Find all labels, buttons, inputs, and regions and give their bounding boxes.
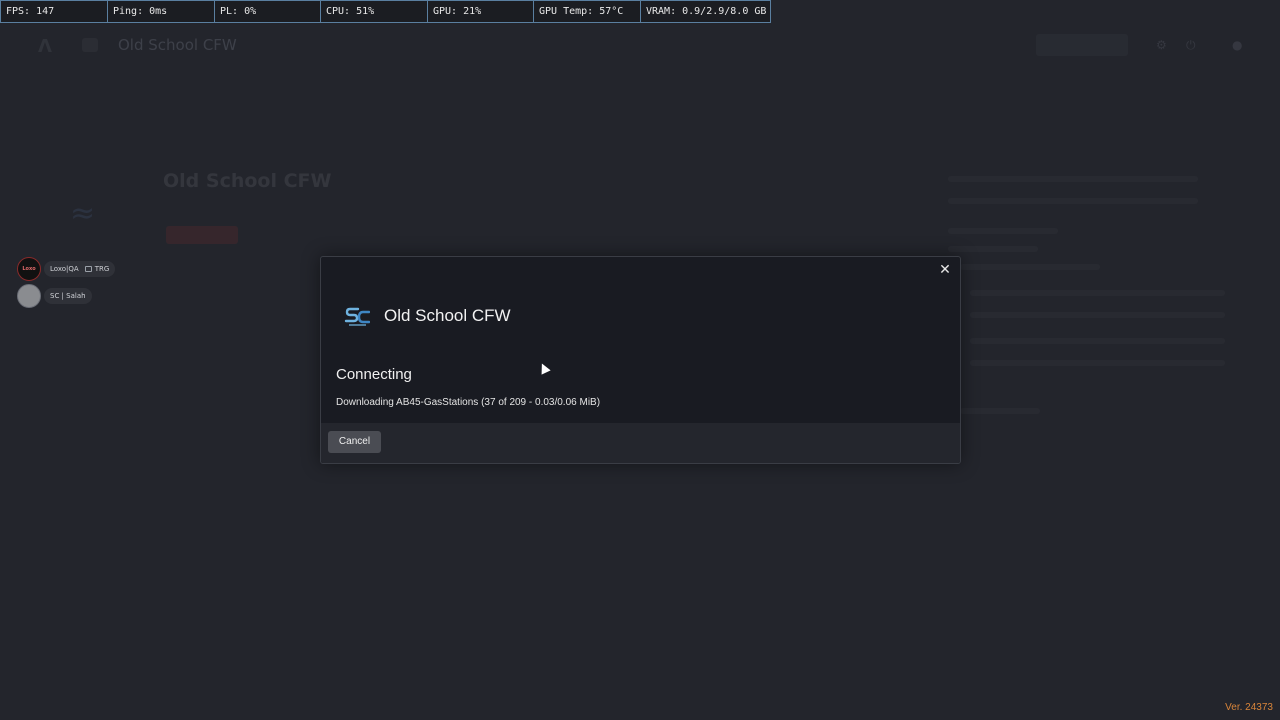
friend-tag: TRG bbox=[84, 265, 110, 273]
server-name: Old School CFW bbox=[384, 306, 511, 325]
back-button[interactable] bbox=[82, 38, 98, 52]
connection-status: Connecting bbox=[336, 366, 412, 383]
background-info-line bbox=[948, 176, 1198, 182]
background-info-line bbox=[948, 198, 1198, 204]
fps-readout: FPS: 147 bbox=[1, 1, 108, 22]
background-info-line bbox=[948, 228, 1058, 234]
background-play-button[interactable] bbox=[166, 226, 238, 244]
background-heading: Old School CFW bbox=[163, 170, 332, 192]
server-logo-icon bbox=[344, 307, 370, 326]
clan-icon bbox=[84, 266, 92, 272]
cpu-readout: CPU: 51% bbox=[321, 1, 428, 22]
background-info-line bbox=[948, 246, 1038, 252]
version-label: Ver. 24373 bbox=[1225, 702, 1273, 713]
app-logo-icon: Λ bbox=[38, 36, 52, 57]
background-info-line bbox=[960, 408, 1040, 414]
background-info-line bbox=[970, 290, 1225, 296]
avatar: Loxo bbox=[17, 257, 41, 281]
connecting-dialog: ✕ Old School CFW Connecting Downloading … bbox=[320, 256, 961, 464]
ping-readout: Ping: 0ms bbox=[108, 1, 215, 22]
cancel-button[interactable]: Cancel bbox=[328, 431, 381, 453]
friend-pill: Loxo|QA TRG bbox=[44, 261, 116, 277]
dialog-footer: Cancel bbox=[321, 423, 960, 463]
background-title: Old School CFW bbox=[118, 36, 237, 54]
packet-loss-readout: PL: 0% bbox=[215, 1, 321, 22]
background-info-line bbox=[960, 264, 1100, 270]
profile-icon[interactable]: ● bbox=[1232, 38, 1246, 52]
close-icon[interactable]: ✕ bbox=[937, 262, 953, 278]
settings-icon[interactable]: ⚙ bbox=[1156, 38, 1170, 52]
performance-overlay: FPS: 147 Ping: 0ms PL: 0% CPU: 51% GPU: … bbox=[0, 0, 771, 23]
friend-name: Loxo|QA bbox=[50, 265, 79, 273]
friend-name: SC | Salah bbox=[50, 292, 86, 300]
background-server-logo-icon: ≈ bbox=[70, 196, 96, 231]
background-info-line bbox=[970, 312, 1225, 318]
friend-tag-label: TRG bbox=[94, 265, 110, 273]
gpu-temp-readout: GPU Temp: 57°C bbox=[534, 1, 641, 22]
gpu-readout: GPU: 21% bbox=[428, 1, 534, 22]
background-info-line bbox=[970, 338, 1225, 344]
friend-item[interactable]: SC | Salah bbox=[17, 284, 92, 308]
power-icon[interactable]: ⏻ bbox=[1186, 38, 1200, 52]
background-info-line bbox=[970, 360, 1225, 366]
vram-readout: VRAM: 0.9/2.9/8.0 GB bbox=[646, 6, 767, 17]
download-progress-text: Downloading AB45-GasStations (37 of 209 … bbox=[336, 397, 601, 408]
avatar bbox=[17, 284, 41, 308]
background-connect-button[interactable] bbox=[1036, 34, 1128, 56]
friend-item[interactable]: Loxo Loxo|QA TRG bbox=[17, 257, 116, 281]
friend-pill: SC | Salah bbox=[44, 288, 92, 304]
